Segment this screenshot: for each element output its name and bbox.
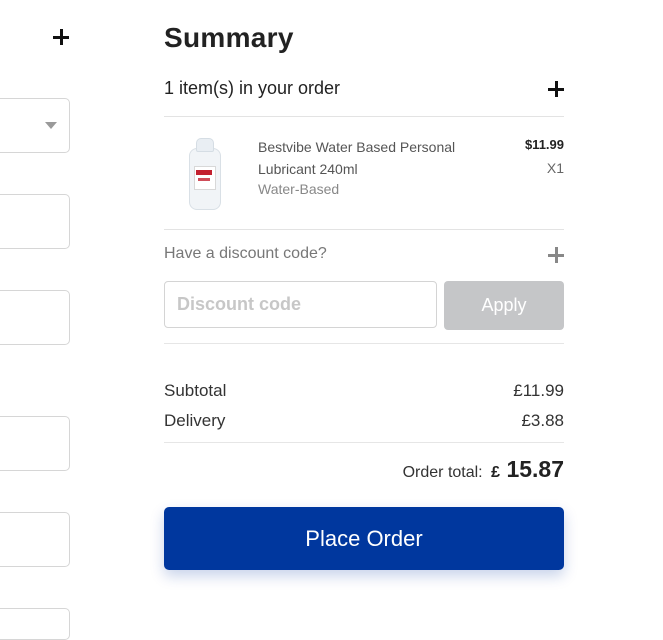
plus-icon[interactable] — [548, 81, 564, 97]
order-total-value: 15.87 — [506, 456, 564, 482]
subtotal-label: Subtotal — [164, 381, 227, 400]
subtotal-row: Subtotal £11.99 — [164, 381, 564, 401]
order-total: Order total: £ 15.87 — [403, 456, 564, 483]
discount-toggle-row[interactable]: Have a discount code? — [164, 245, 564, 269]
discount-code-input[interactable] — [164, 281, 437, 328]
items-in-order-row[interactable]: 1 item(s) in your order — [164, 78, 564, 117]
chevron-down-icon — [45, 122, 57, 129]
apply-discount-button[interactable]: Apply — [444, 281, 564, 330]
form-field[interactable] — [0, 290, 70, 345]
delivery-label: Delivery — [164, 411, 226, 430]
product-quantity: X1 — [546, 160, 564, 176]
delivery-row: Delivery £3.88 — [164, 411, 564, 431]
product-variant: Water-Based — [258, 181, 340, 197]
subtotal-value: £11.99 — [513, 381, 564, 400]
form-field[interactable] — [0, 608, 70, 640]
left-plus-icon[interactable] — [52, 28, 70, 46]
summary-title: Summary — [164, 22, 294, 53]
delivery-value: £3.88 — [521, 411, 564, 430]
form-field[interactable] — [0, 512, 70, 567]
product-image — [188, 138, 221, 210]
divider — [164, 442, 564, 443]
order-total-label: Order total: — [402, 464, 483, 481]
currency-symbol: £ — [491, 464, 500, 481]
form-field[interactable] — [0, 416, 70, 471]
plus-icon[interactable] — [548, 247, 564, 263]
form-select-field[interactable] — [0, 98, 70, 153]
items-in-order-label: 1 item(s) in your order — [164, 78, 341, 98]
cart-item: Bestvibe Water Based Personal Lubricant … — [164, 116, 564, 230]
discount-label: Have a discount code? — [164, 245, 327, 262]
place-order-button[interactable]: Place Order — [164, 507, 564, 570]
form-field[interactable] — [0, 194, 70, 249]
product-name: Bestvibe Water Based Personal Lubricant … — [258, 139, 456, 177]
product-price: $11.99 — [524, 137, 564, 152]
divider — [164, 343, 564, 344]
